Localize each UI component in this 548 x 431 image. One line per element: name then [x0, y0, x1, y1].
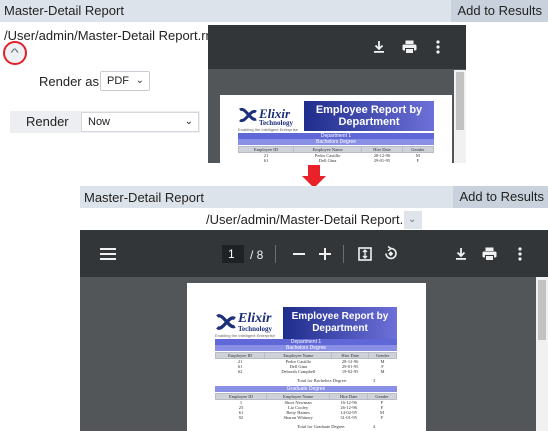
bottom-pdf-page: Elixir Technology Enabling the Intellige… — [187, 283, 426, 431]
report-title-line2: Department — [312, 323, 368, 334]
group-total-value: 4 — [373, 424, 376, 429]
bottom-add-to-results-button[interactable]: Add to Results — [453, 186, 548, 208]
table-cell: 92 — [238, 415, 244, 420]
print-icon[interactable] — [482, 247, 497, 261]
group-band: Bachelors Degree — [238, 139, 434, 145]
table-cell: 29-01-95 — [373, 158, 391, 163]
chevron-down-icon: ⌄ — [135, 75, 144, 86]
table-cell: 61 — [263, 158, 269, 163]
group-band: Bachelors Degree — [215, 345, 397, 351]
table-cell: F — [416, 158, 420, 163]
minus-icon[interactable] — [293, 253, 305, 255]
report-title-line1: Employee Report by — [291, 311, 389, 322]
report-title-banner: Employee Report by Department — [304, 101, 434, 131]
top-pdf-page: Elixir Technology Enabling the Intellige… — [220, 95, 452, 163]
company-tagline: Enabling the Intelligent Enterprise — [215, 333, 275, 338]
page-number-input[interactable]: 1 — [222, 245, 244, 263]
rotate-icon[interactable] — [383, 246, 398, 261]
table-cell: M — [380, 369, 385, 374]
collapse-button[interactable]: ^ — [3, 41, 27, 65]
group-total-label: Total for Graduate Degree: — [297, 424, 346, 429]
top-report-path: /User/admin/Master-Detail Report.rml — [4, 28, 220, 43]
chevron-down-icon: ⌄ — [184, 116, 193, 127]
expand-button[interactable]: ⌄ — [404, 211, 422, 229]
table-row: 62 Deborah Campbell 19-02-95 M — [216, 369, 397, 374]
render-as-label: Render as — [39, 74, 99, 89]
render-button[interactable]: Render — [10, 111, 74, 133]
group-total-value: 3 — [373, 378, 376, 383]
top-viewer-toolbar — [208, 25, 466, 69]
fit-page-icon[interactable] — [358, 247, 372, 261]
more-vert-icon[interactable] — [435, 40, 441, 54]
format-select-value: PDF — [107, 75, 129, 87]
table-row: 92 Sharon Whitney 31-01-95 F — [216, 415, 397, 420]
page-total: / 8 — [250, 248, 264, 262]
bachelors-table: Employee ID Employee Name Hire Date Gend… — [214, 352, 398, 374]
more-vert-icon[interactable] — [517, 247, 523, 261]
group-total-label: Total for Bachelors Degree: — [297, 378, 348, 383]
bottom-report-path: /User/admin/Master-Detail Report.rml — [206, 212, 422, 227]
render-when-value: Now — [88, 116, 111, 128]
bottom-viewer-scroll-thumb[interactable] — [538, 280, 546, 340]
company-sub: Technology — [259, 119, 293, 127]
company-sub: Technology — [238, 325, 272, 333]
top-add-to-results-button[interactable]: Add to Results — [451, 0, 548, 22]
chevron-up-icon: ^ — [10, 47, 20, 59]
graduate-table: Employee ID Employee Name Hire Date Gend… — [214, 393, 397, 420]
table-cell: 19-02-95 — [341, 369, 359, 374]
table-cell: 31-01-95 — [340, 415, 357, 420]
top-report-table: Employee ID Employee Name Hire Date Gend… — [238, 146, 435, 163]
report-title-banner: Employee Report by Department — [283, 307, 397, 339]
top-panel-title: Master-Detail Report — [4, 3, 124, 18]
toolbar-divider — [275, 245, 276, 263]
format-select[interactable]: PDF ⌄ — [100, 71, 150, 91]
bottom-viewer-toolbar — [80, 230, 548, 277]
group-band: Graduate Degree — [215, 386, 397, 392]
elixir-logo-mark — [216, 314, 236, 330]
render-when-select[interactable]: Now ⌄ — [81, 112, 199, 132]
table-cell: Sharon Whitney — [283, 415, 313, 420]
toolbar-divider — [343, 245, 344, 263]
top-viewer-scroll-thumb[interactable] — [456, 72, 464, 130]
report-title-line1: Employee Report by — [315, 104, 423, 116]
menu-icon[interactable] — [100, 248, 116, 260]
plus-icon[interactable] — [319, 248, 331, 260]
table-cell: Dell Gina — [318, 158, 337, 163]
download-icon[interactable] — [454, 247, 468, 261]
report-title-line2: Department — [338, 116, 400, 128]
table-row: 61 Dell Gina 29-01-95 F — [239, 158, 434, 163]
table-cell: 62 — [237, 369, 243, 374]
print-icon[interactable] — [402, 40, 417, 54]
download-icon[interactable] — [372, 40, 386, 54]
bottom-panel-title: Master-Detail Report — [84, 190, 204, 205]
company-tagline: Enabling the Intelligent Enterprise — [238, 127, 298, 132]
table-cell: Deborah Campbell — [281, 369, 316, 374]
top-pdf-viewer: Elixir Technology Enabling the Intellige… — [208, 25, 466, 163]
table-cell: F — [380, 415, 384, 420]
elixir-logo-mark — [239, 107, 257, 123]
chevron-down-icon: ⌄ — [408, 214, 417, 225]
